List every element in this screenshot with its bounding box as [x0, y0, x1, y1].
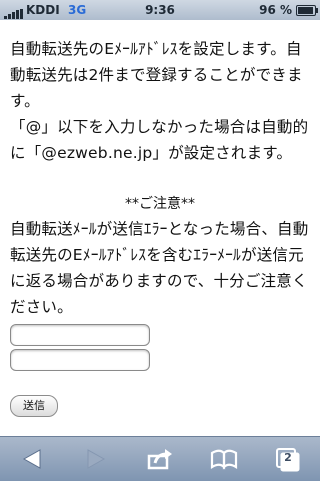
bookmarks-icon: [210, 449, 238, 470]
forward-address-input-2[interactable]: [10, 349, 150, 371]
send-button[interactable]: 送信: [10, 395, 58, 417]
back-button[interactable]: [0, 437, 64, 481]
bookmarks-button[interactable]: [192, 437, 256, 481]
intro-paragraph: 自動転送先のEﾒｰﾙｱﾄﾞﾚｽを設定します。自動転送先は2件まで登録することがで…: [10, 40, 303, 110]
forward-icon: [87, 449, 106, 469]
battery-icon: [296, 5, 318, 16]
pages-count: 2: [284, 451, 292, 464]
share-icon: [147, 449, 172, 470]
forward-address-input-1[interactable]: [10, 324, 150, 346]
notice-heading: **ご注意**: [125, 196, 195, 212]
back-icon: [22, 449, 41, 469]
domain-note-paragraph: 「@」以下を入力しなかった場合は自動的に「@ezweb.ne.jp」が設定されま…: [10, 118, 309, 162]
battery-percent: 96 %: [259, 3, 292, 17]
forward-button[interactable]: [64, 437, 128, 481]
page-content: 自動転送先のEﾒｰﾙｱﾄﾞﾚｽを設定します。自動転送先は2件まで登録することがで…: [0, 20, 320, 420]
share-button[interactable]: [128, 437, 192, 481]
browser-toolbar: 2: [0, 436, 320, 481]
pages-button[interactable]: 2: [256, 437, 320, 481]
status-bar: KDDI 3G 9:36 96 %: [0, 0, 320, 20]
notice-paragraph: 自動転送ﾒｰﾙが送信ｴﾗｰとなった場合、自動転送先のEﾒｰﾙｱﾄﾞﾚｽを含むｴﾗ…: [10, 220, 309, 316]
